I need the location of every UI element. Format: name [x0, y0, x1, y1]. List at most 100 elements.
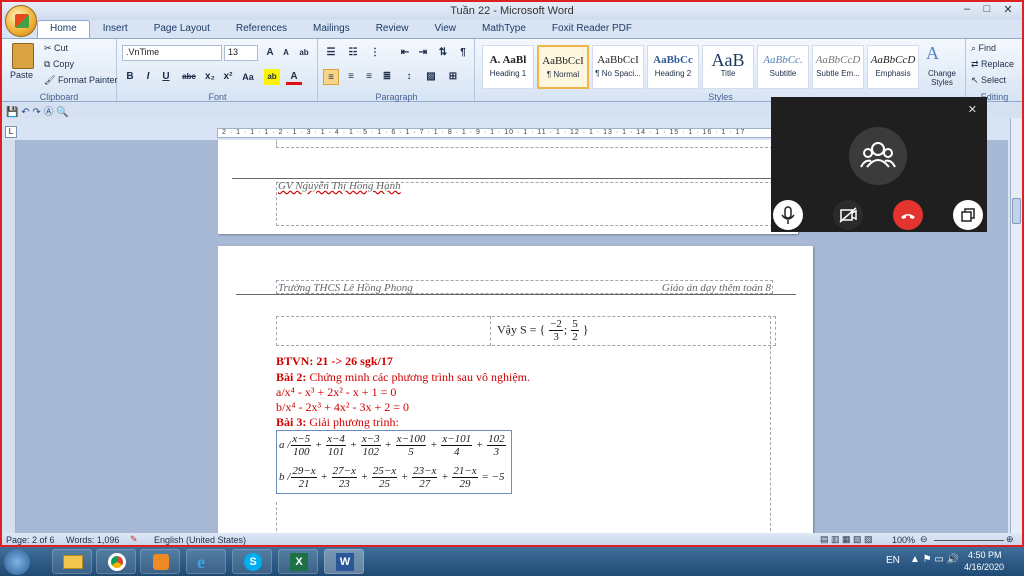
tab-review[interactable]: Review [363, 20, 422, 38]
tab-home[interactable]: Home [37, 20, 90, 38]
chrome-icon[interactable] [96, 549, 136, 574]
camera-button[interactable] [833, 200, 863, 230]
clear-format-icon[interactable]: ab [296, 45, 312, 61]
multilevel-list-icon[interactable]: ⋮ [367, 45, 383, 61]
microphone-button[interactable] [773, 200, 803, 230]
style-title[interactable]: AaB Title [702, 45, 754, 89]
grow-font-icon[interactable]: A [262, 45, 278, 61]
cut-button[interactable]: ✂ Cut [44, 43, 68, 54]
spelling-icon[interactable]: Ⓐ [44, 107, 54, 118]
minimize-button[interactable]: – [957, 3, 977, 15]
undo-icon[interactable]: ↶ [21, 107, 29, 118]
copy-icon: ⧉ [44, 59, 53, 69]
equation-object[interactable]: a / x−5 100 + x−4 101 + x−3 102 + x−100 5 + x… [276, 430, 512, 494]
tab-mailings[interactable]: Mailings [300, 20, 363, 38]
style-emphasis[interactable]: AaBbCcD Emphasis [867, 45, 919, 89]
underline-button[interactable]: U [158, 69, 174, 85]
word-count[interactable]: Words: 1,096 [66, 535, 119, 545]
highlight-icon[interactable]: ab [264, 69, 280, 85]
maximize-button[interactable]: □ [977, 3, 997, 15]
justify-icon[interactable]: ≣ [379, 69, 395, 85]
select-button[interactable]: ↖ Select [971, 75, 1006, 86]
sort-icon[interactable]: ⇅ [435, 45, 451, 61]
end-call-button[interactable] [893, 200, 923, 230]
office-button[interactable] [5, 5, 37, 37]
style-normal[interactable]: AaBbCcI ¶ Normal [537, 45, 589, 89]
font-color-icon[interactable]: A [286, 69, 302, 85]
subscript-button[interactable]: x₂ [202, 69, 218, 85]
change-styles-icon[interactable]: A [926, 43, 939, 64]
tab-references[interactable]: References [223, 20, 300, 38]
redo-icon[interactable]: ↷ [32, 107, 40, 118]
page-count[interactable]: Page: 2 of 6 [6, 535, 55, 545]
print-preview-icon[interactable]: 🔍 [56, 107, 68, 118]
font-family-select[interactable]: .VnTime [122, 45, 222, 61]
zoom-level[interactable]: 100% [892, 535, 915, 545]
zoom-out-icon[interactable]: ⊖ [920, 534, 928, 545]
editing-group: ⌕ Find ⇄ Replace ↖ Select Editing [967, 39, 1022, 103]
restore-window-button[interactable] [953, 200, 983, 230]
start-button[interactable] [4, 549, 30, 575]
pilcrow-icon[interactable]: ¶ [455, 45, 471, 61]
word-icon[interactable]: W [324, 549, 364, 574]
style-subtitle[interactable]: AaBbCc. Subtitle [757, 45, 809, 89]
align-left-icon[interactable]: ≡ [323, 69, 339, 85]
style-no-spacing[interactable]: AaBbCcI ¶ No Spaci... [592, 45, 644, 89]
style-heading-1[interactable]: A. AaBl Heading 1 [482, 45, 534, 89]
bold-button[interactable]: B [122, 69, 138, 85]
clock-date[interactable]: 4/16/2020 [964, 562, 1004, 572]
horizontal-ruler[interactable]: 2 · 1 · 1 · 1 · 2 · 1 · 3 · 1 · 4 · 1 · … [217, 128, 777, 138]
call-close-icon[interactable]: ✕ [968, 103, 977, 116]
media-player-icon[interactable] [140, 549, 180, 574]
italic-button[interactable]: I [140, 69, 156, 85]
shading-icon[interactable]: ▨ [423, 69, 439, 85]
tab-insert[interactable]: Insert [90, 20, 141, 38]
find-button[interactable]: ⌕ Find [971, 43, 996, 54]
tray-icons[interactable]: ▲ ⚑ ▭ 🔊 [910, 554, 959, 565]
change-case-button[interactable]: Aa [238, 69, 258, 85]
answer-fraction-2: 52 [571, 318, 579, 343]
zoom-in-icon[interactable]: ⊕ [1006, 534, 1014, 545]
paste-button[interactable]: Paste [10, 70, 33, 80]
save-icon[interactable]: 💾 [6, 107, 18, 118]
change-styles-button[interactable]: Change Styles [922, 69, 962, 87]
tab-foxit[interactable]: Foxit Reader PDF [539, 20, 645, 38]
copy-button[interactable]: ⧉ Copy [44, 59, 74, 70]
increase-indent-icon[interactable]: ⇥ [415, 45, 431, 61]
skype-icon[interactable]: S [232, 549, 272, 574]
input-language[interactable]: EN [886, 555, 900, 566]
shrink-font-icon[interactable]: A [278, 45, 294, 61]
format-painter-button[interactable]: 🖌 Format Painter [44, 75, 117, 86]
proofing-icon[interactable]: ✎ [130, 534, 138, 545]
language-status[interactable]: English (United States) [154, 535, 246, 545]
excel-icon[interactable]: X [278, 549, 318, 574]
equation-fraction: 21−x 29 [452, 465, 478, 490]
numbering-icon[interactable]: ☷ [345, 45, 361, 61]
borders-icon[interactable]: ⊞ [445, 69, 461, 85]
style-heading-2[interactable]: AaBbCc Heading 2 [647, 45, 699, 89]
paste-icon[interactable] [12, 43, 34, 69]
clock-time[interactable]: 4:50 PM [968, 550, 1002, 560]
file-explorer-icon[interactable] [52, 549, 92, 574]
bullets-icon[interactable]: ☰ [323, 45, 339, 61]
fraction-denominator: 101 [327, 446, 345, 458]
superscript-button[interactable]: x² [220, 69, 236, 85]
view-buttons[interactable]: ▤ ▥ ▦ ▧ ▨ [820, 534, 873, 545]
align-right-icon[interactable]: ≡ [361, 69, 377, 85]
scroll-thumb[interactable] [1012, 198, 1021, 224]
tab-selector[interactable]: L [5, 126, 17, 138]
strikethrough-button[interactable]: abc [178, 69, 200, 85]
tab-mathtype[interactable]: MathType [469, 20, 539, 38]
tab-page-layout[interactable]: Page Layout [141, 20, 223, 38]
zoom-slider[interactable] [934, 540, 1004, 541]
internet-explorer-icon[interactable]: e [186, 549, 226, 574]
align-center-icon[interactable]: ≡ [343, 69, 359, 85]
replace-button[interactable]: ⇄ Replace [971, 59, 1014, 70]
vertical-scrollbar[interactable] [1010, 118, 1022, 533]
close-button[interactable]: ✕ [998, 3, 1018, 16]
decrease-indent-icon[interactable]: ⇤ [397, 45, 413, 61]
font-size-select[interactable]: 13 [224, 45, 258, 61]
tab-view[interactable]: View [422, 20, 470, 38]
style-subtle-emphasis[interactable]: AaBbCcD Subtle Em... [812, 45, 864, 89]
line-spacing-icon[interactable]: ↕ [401, 69, 417, 85]
